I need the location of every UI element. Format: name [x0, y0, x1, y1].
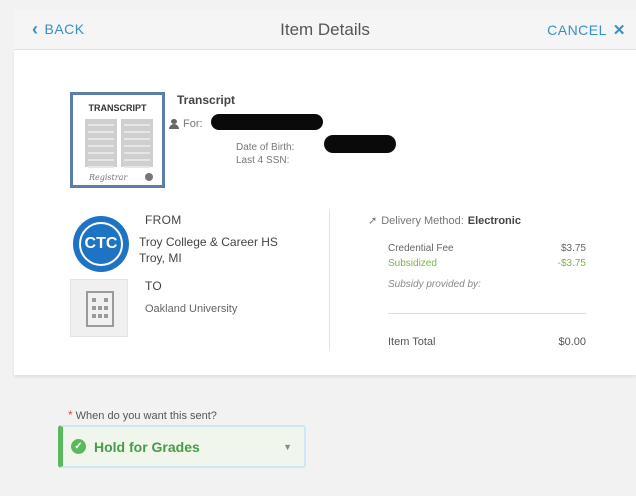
delivery-method: ➚ Delivery Method: Electronic — [368, 214, 521, 228]
seal-icon — [145, 173, 153, 181]
column-divider — [329, 210, 330, 350]
send-timing-label: * When do you want this sent? — [68, 408, 217, 422]
for-label: For: — [183, 118, 203, 130]
from-details: Troy College & Career HS Troy, MI — [139, 234, 278, 266]
school-logo: CTC — [73, 216, 129, 272]
cancel-button[interactable]: CANCEL ✕ — [547, 21, 626, 39]
credential-fee-row: Credential Fee $3.75 — [388, 243, 586, 254]
ssn-label: Last 4 SSN: — [236, 155, 290, 166]
redacted-name — [211, 114, 323, 130]
subsidized-row: Subsidized -$3.75 — [388, 258, 586, 269]
from-school-name: Troy College & Career HS — [139, 235, 278, 249]
item-details-card: TRANSCRIPT Registrar Transcript For: Dat… — [14, 50, 636, 375]
subsidy-provider-row: Subsidy provided by: — [388, 279, 586, 290]
item-name: Transcript — [177, 93, 236, 107]
building-icon — [70, 279, 128, 337]
cancel-label: CANCEL — [547, 22, 607, 38]
delivery-icon: ➚ — [368, 215, 378, 227]
identity-fields: Date of Birth: Last 4 SSN: — [236, 141, 294, 167]
redacted-dob — [324, 135, 396, 153]
signature-mark: Registrar — [89, 173, 128, 182]
page-title: Item Details — [280, 20, 370, 39]
dob-label: Date of Birth: — [236, 142, 295, 153]
credential-fee-label: Credential Fee — [388, 243, 454, 254]
send-timing-select[interactable]: ✓ Hold for Grades ▼ — [58, 425, 306, 468]
from-location: Troy, MI — [139, 251, 182, 265]
to-heading: TO — [145, 279, 163, 293]
header-bar: ‹ BACK Item Details CANCEL ✕ — [14, 10, 636, 50]
subsidized-label: Subsidized — [388, 258, 437, 269]
recipient-row: For: — [169, 118, 203, 130]
item-total-value: $0.00 — [558, 336, 586, 348]
required-indicator: * — [68, 408, 73, 422]
to-institution-name: Oakland University — [145, 303, 238, 315]
delivery-value: Electronic — [467, 214, 521, 227]
person-icon — [169, 119, 179, 129]
subsidized-value: -$3.75 — [557, 258, 586, 269]
delivery-label: Delivery Method: — [381, 214, 464, 227]
item-total-label: Item Total — [388, 336, 436, 348]
send-timing-value: Hold for Grades — [94, 438, 200, 455]
document-page-left — [85, 119, 117, 168]
item-total-row: Item Total $0.00 — [388, 336, 586, 348]
transcript-thumbnail: TRANSCRIPT Registrar — [70, 92, 165, 188]
school-logo-text: CTC — [79, 222, 123, 266]
credential-fee-value: $3.75 — [560, 243, 586, 254]
chevron-down-icon: ▼ — [283, 441, 292, 452]
check-circle-icon: ✓ — [71, 439, 86, 454]
fee-divider — [388, 313, 586, 314]
send-question: When do you want this sent? — [75, 410, 217, 422]
from-heading: FROM — [145, 213, 182, 227]
subsidy-label: Subsidy provided by: — [388, 279, 481, 290]
thumbnail-title: TRANSCRIPT — [88, 103, 147, 113]
document-page-right — [121, 119, 153, 168]
close-icon: ✕ — [612, 22, 626, 39]
